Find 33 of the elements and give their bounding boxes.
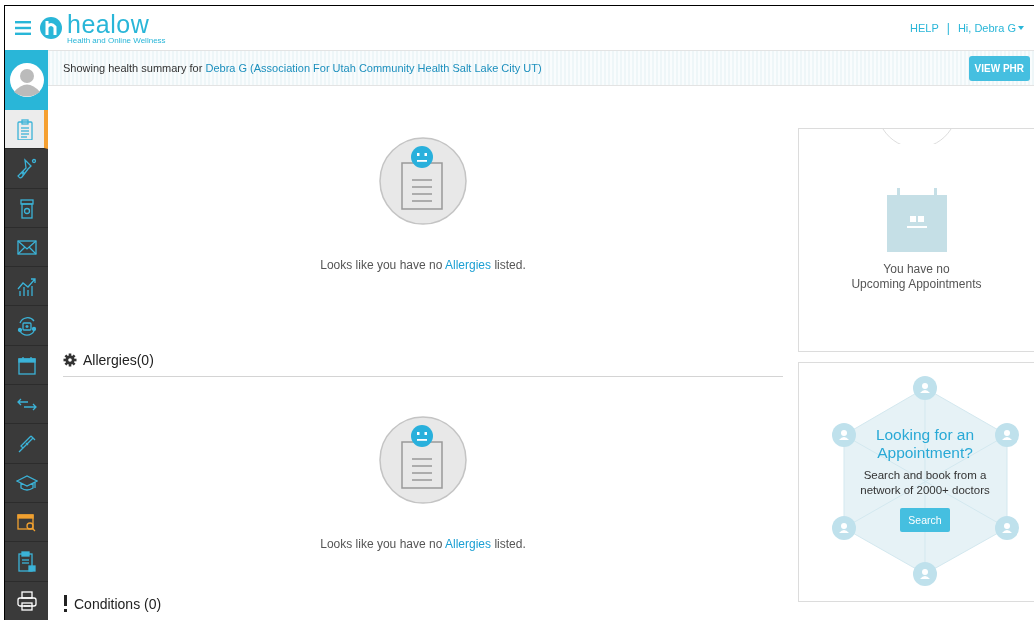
patient-link[interactable]: Debra G (Association For Utah Community Health Salt Lake City UT) xyxy=(205,62,542,74)
allergies-link[interactable]: Allergies xyxy=(445,258,492,272)
summary-text: Showing health summary for Debra G (Association For Utah Community Health Salt Lake City UT) xyxy=(63,62,542,74)
allergies-link[interactable]: Allergies xyxy=(445,537,492,551)
logo-text: healow xyxy=(67,11,151,37)
no-appointments-text: You have no xyxy=(882,262,951,277)
section-title: Conditions (0) xyxy=(74,595,162,612)
calendar-icon xyxy=(886,188,947,252)
search-button[interactable]: Search xyxy=(900,508,950,532)
help-link[interactable]: HELP xyxy=(910,22,939,34)
calendar-search-icon xyxy=(15,511,38,534)
separator: | xyxy=(946,21,950,35)
empty-clipboard-icon xyxy=(378,136,468,226)
gear-icon xyxy=(63,353,77,367)
empty-message: Looks like you have no Allergies listed. xyxy=(320,537,526,551)
finder-title: Looking for an Appointment? xyxy=(874,426,976,462)
section-title: Allergies(0) xyxy=(83,352,154,368)
exclamation-icon xyxy=(63,595,68,612)
printer-icon xyxy=(15,589,38,612)
logo-tagline: Health and Online Wellness xyxy=(67,36,166,45)
empty-message: Looks like you have no Allergies listed. xyxy=(320,258,526,272)
chart-icon xyxy=(15,275,38,298)
finder-text: Search and book from a network of 2000+ doctors xyxy=(859,468,991,498)
caret-icon xyxy=(1018,26,1024,30)
medical-bag-icon xyxy=(15,314,38,337)
user-menu[interactable]: Hi, Debra G xyxy=(957,22,1016,34)
view-phr-button[interactable]: VIEW PHR xyxy=(968,55,1030,81)
empty-clipboard-icon xyxy=(378,415,468,505)
menu-icon xyxy=(15,21,31,35)
clipboard-lock-icon xyxy=(15,550,38,573)
sidebar-item[interactable] xyxy=(5,110,48,150)
logo-icon xyxy=(39,16,63,40)
no-appointments-text: Upcoming Appointments xyxy=(851,277,982,292)
